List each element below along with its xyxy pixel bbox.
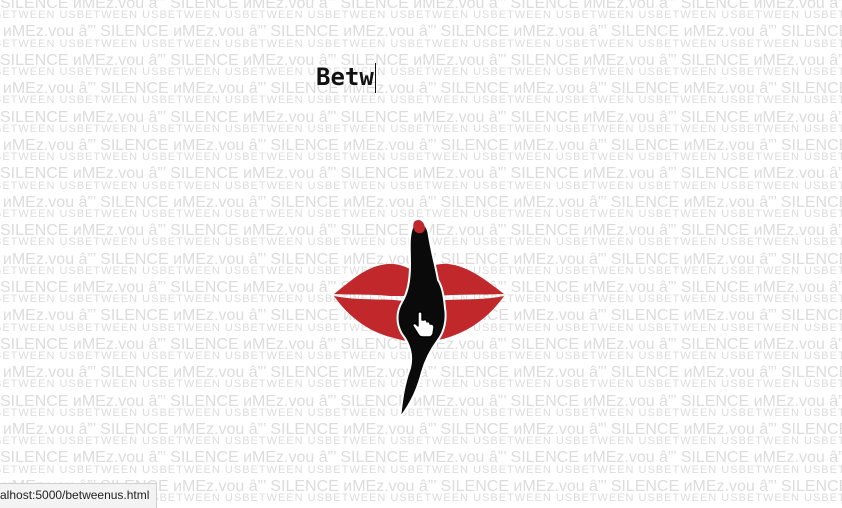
silence-finger-lips-icon[interactable] <box>330 216 508 421</box>
text-caret <box>374 63 376 93</box>
typed-title: Betw <box>316 63 374 91</box>
status-bar-url: alhost:5000/betweenus.html <box>0 483 158 508</box>
pattern-row-between-us: BETWEEN USBETWEEN USBETWEEN USBETWEEN US… <box>0 66 842 78</box>
pattern-row-between-us: BETWEEN USBETWEEN USBETWEEN USBETWEEN US… <box>0 151 842 164</box>
pattern-row-between-us: BETWEEN USBETWEEN USBETWEEN USBETWEEN US… <box>0 9 842 22</box>
pattern-row-between-us: BETWEEN USBETWEEN USBETWEEN USBETWEEN US… <box>0 37 842 50</box>
pattern-row-between-us: BETWEEN USBETWEEN USBETWEEN USBETWEEN US… <box>0 435 842 448</box>
pattern-row-between-us: BETWEEN USBETWEEN USBETWEEN USBETWEEN US… <box>0 179 842 192</box>
pattern-row-between-us: BETWEEN USBETWEEN USBETWEEN USBETWEEN US… <box>0 463 842 476</box>
typed-title-container: Betw <box>316 61 376 93</box>
pattern-row-between-us: BETWEEN USBETWEEN USBETWEEN USBETWEEN US… <box>0 94 842 107</box>
pattern-row-between-us: BETWEEN USBETWEEN USBETWEEN USBETWEEN US… <box>0 122 842 135</box>
